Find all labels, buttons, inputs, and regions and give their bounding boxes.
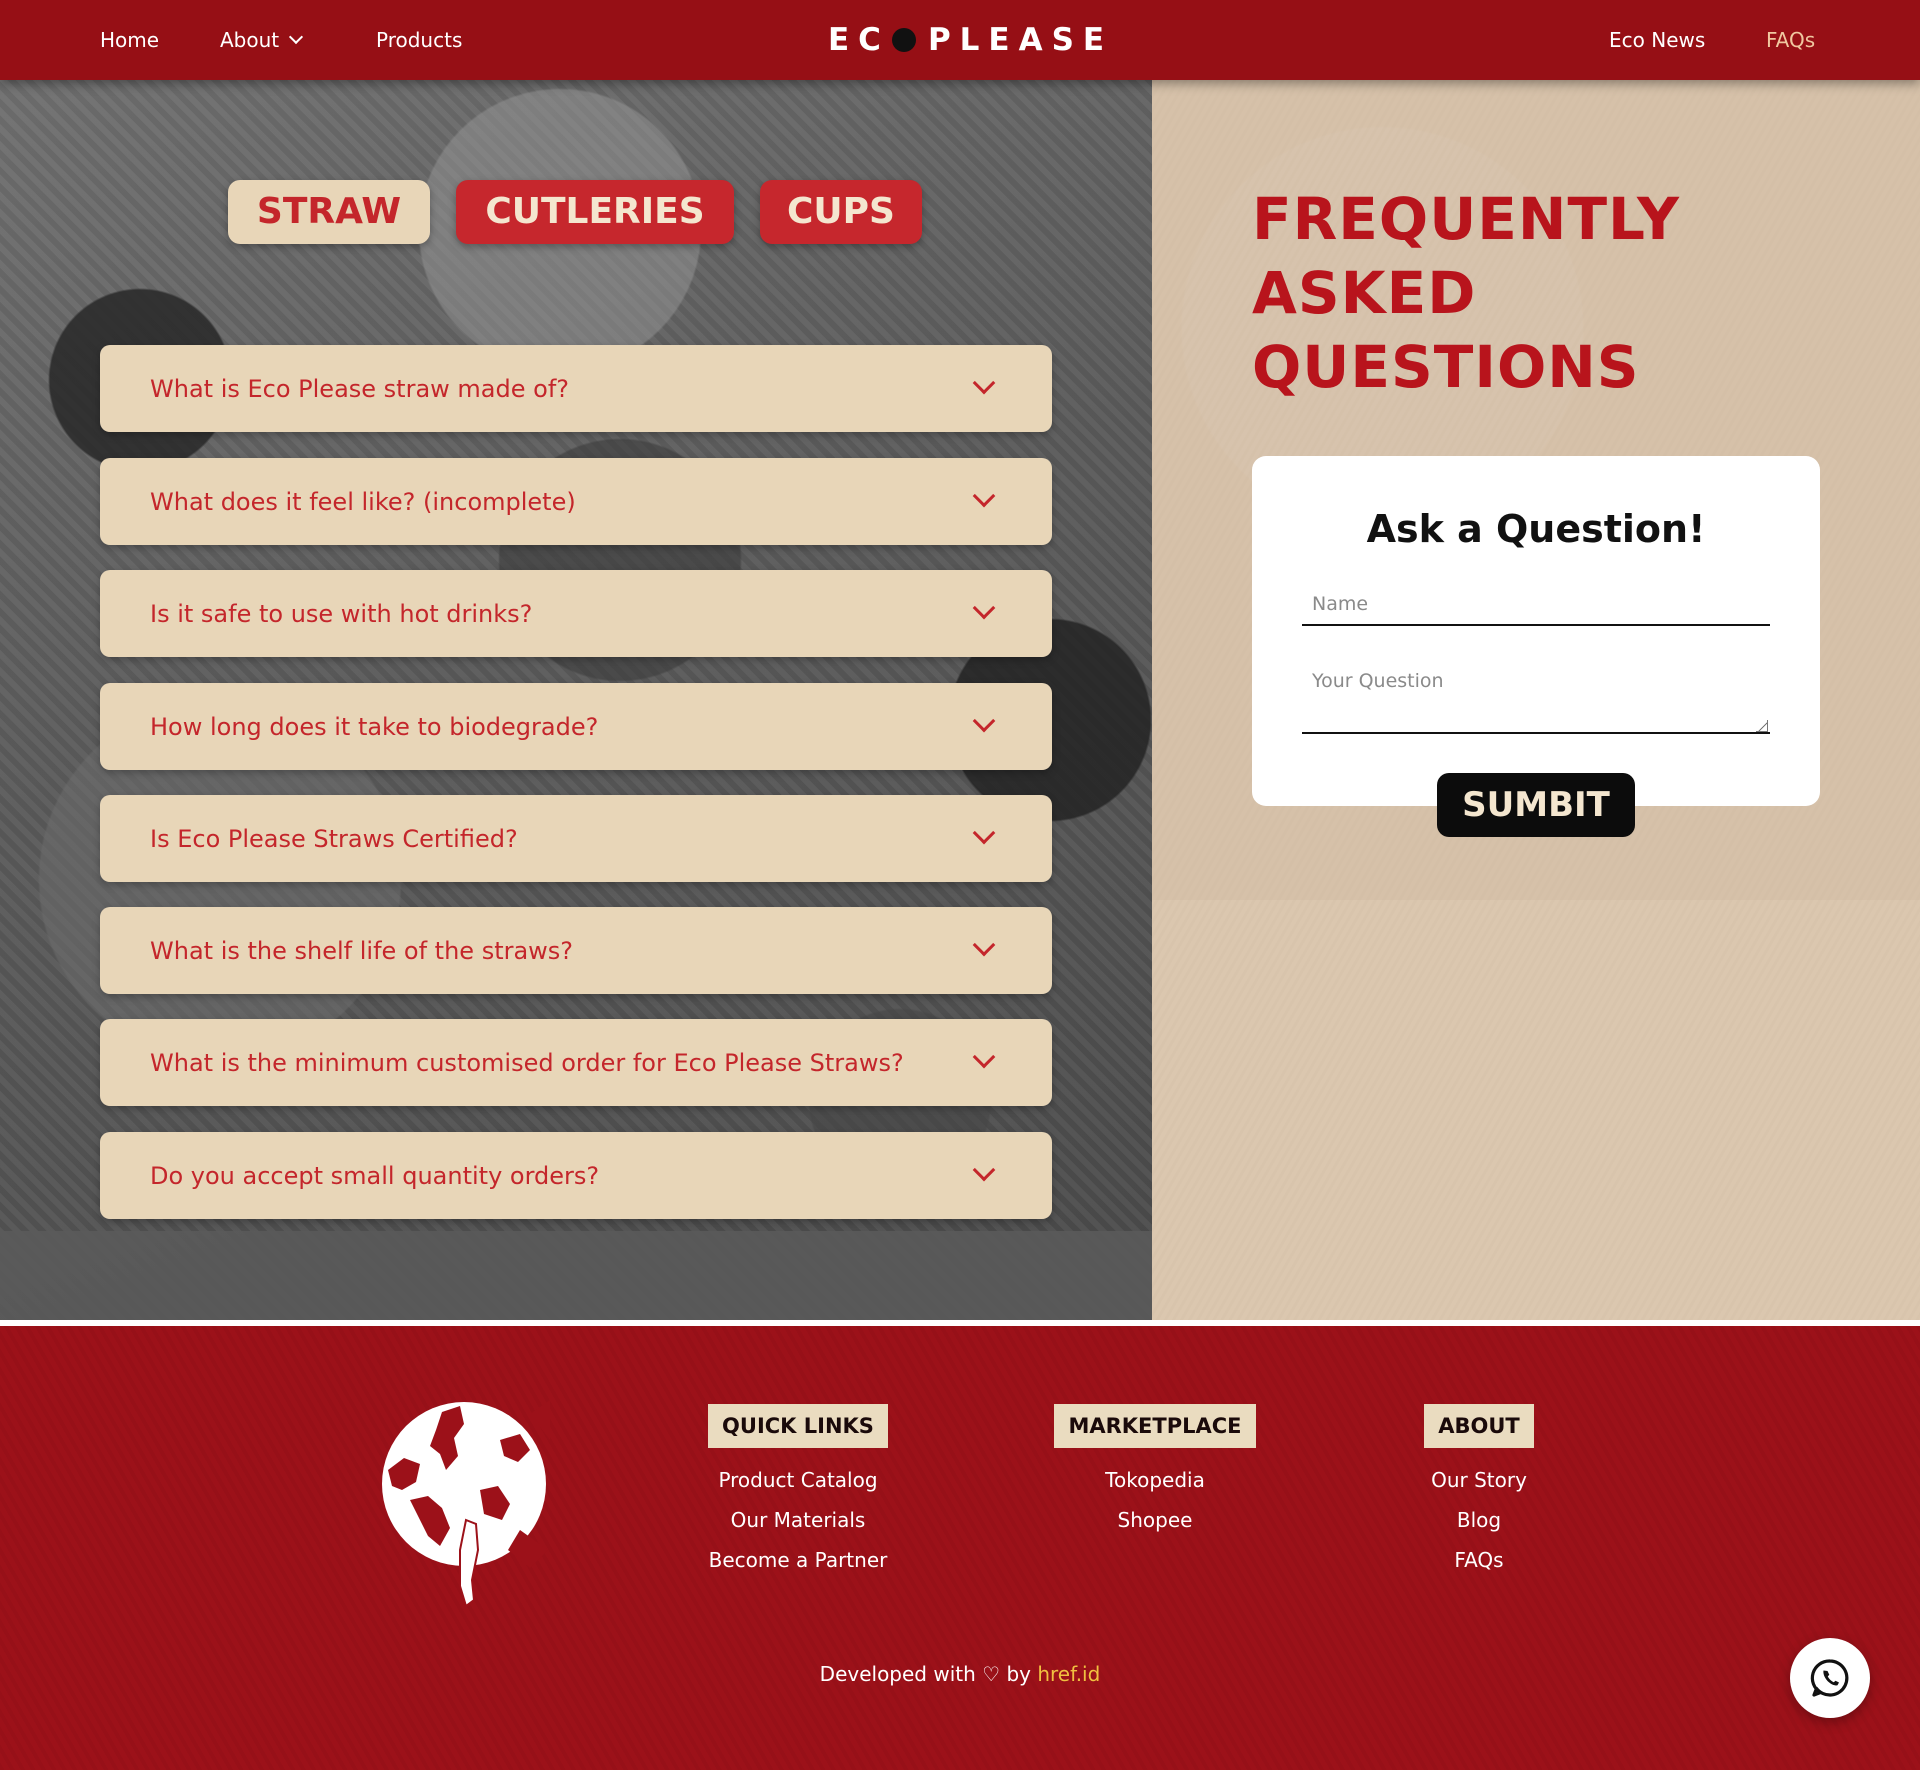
page-title-line: QUESTIONS (1252, 333, 1640, 401)
faq-question: Is it safe to use with hot drinks? (150, 600, 533, 628)
top-navbar: Home About Products EC PLEASE Eco News F… (0, 0, 1920, 80)
chevron-down-icon (972, 484, 996, 508)
name-input[interactable] (1302, 584, 1770, 626)
chevron-down-icon (972, 1045, 996, 1069)
chevron-down-icon (972, 709, 996, 733)
footer-link-blog[interactable]: Blog (1421, 1500, 1537, 1540)
faq-item[interactable]: What does it feel like? (incomplete) (100, 458, 1052, 545)
footer-heading: ABOUT (1424, 1404, 1534, 1448)
chevron-down-icon (972, 933, 996, 957)
faq-item[interactable]: What is Eco Please straw made of? (100, 345, 1052, 432)
whatsapp-icon (1810, 1659, 1849, 1697)
footer-heading: MARKETPLACE (1054, 1404, 1256, 1448)
nav-about-label: About (220, 28, 280, 52)
page-title-line: FREQUENTLY (1252, 185, 1680, 253)
nav-products-link[interactable]: Products (376, 26, 462, 54)
tab-cups[interactable]: CUPS (760, 180, 922, 244)
footer-link-shopee[interactable]: Shopee (1051, 1500, 1259, 1540)
site-footer (0, 1326, 1920, 1770)
ask-form-title: Ask a Question! (1366, 507, 1706, 551)
faq-question: What is Eco Please straw made of? (150, 375, 570, 403)
panel-bottom-strip (0, 1231, 1152, 1320)
tab-cutleries[interactable]: CUTLERIES (456, 180, 734, 244)
faq-question: How long does it take to biodegrade? (150, 713, 599, 741)
logo-text-left: EC (828, 22, 890, 58)
faq-question: Is Eco Please Straws Certified? (150, 825, 518, 853)
chevron-down-icon (289, 29, 304, 45)
nav-faqs-link[interactable]: FAQs (1766, 26, 1815, 54)
faq-item[interactable]: Do you accept small quantity orders? (100, 1132, 1052, 1219)
nav-home-link[interactable]: Home (100, 26, 159, 54)
submit-button[interactable]: SUMBIT (1437, 773, 1635, 837)
faq-question: What does it feel like? (incomplete) (150, 488, 576, 516)
nav-eco-news-link[interactable]: Eco News (1609, 26, 1705, 54)
resize-handle-icon[interactable] (1756, 720, 1768, 732)
footer-link-product-catalog[interactable]: Product Catalog (707, 1460, 889, 1500)
chevron-down-icon (972, 596, 996, 620)
footer-link-our-materials[interactable]: Our Materials (707, 1500, 889, 1540)
footer-about: ABOUT Our Story Blog FAQs (1421, 1404, 1537, 1580)
footer-marketplace: MARKETPLACE Tokopedia Shopee (1051, 1404, 1259, 1540)
faq-question: What is the minimum customised order for… (150, 1049, 904, 1077)
page-title: FREQUENTLY ASKED QUESTIONS (1252, 182, 1812, 404)
footer-link-faqs[interactable]: FAQs (1421, 1540, 1537, 1580)
footer-quick-links: QUICK LINKS Product Catalog Our Material… (707, 1404, 889, 1580)
faq-question: What is the shelf life of the straws? (150, 937, 574, 965)
chevron-down-icon (972, 821, 996, 845)
globe-logo-icon[interactable] (380, 1400, 550, 1610)
footer-heading: QUICK LINKS (708, 1404, 888, 1448)
nav-about-link[interactable]: About (220, 26, 304, 54)
faq-item[interactable]: How long does it take to biodegrade? (100, 683, 1052, 770)
tab-straw[interactable]: STRAW (228, 180, 430, 244)
faq-item[interactable]: Is Eco Please Straws Certified? (100, 795, 1052, 882)
footer-link-become-partner[interactable]: Become a Partner (707, 1540, 889, 1580)
ask-question-form: Ask a Question! (1252, 456, 1820, 806)
brand-logo[interactable]: EC PLEASE (828, 18, 1113, 62)
faq-item[interactable]: What is the minimum customised order for… (100, 1019, 1052, 1106)
faq-item[interactable]: What is the shelf life of the straws? (100, 907, 1052, 994)
credit-link[interactable]: href.id (1037, 1662, 1100, 1686)
faq-question: Do you accept small quantity orders? (150, 1162, 600, 1190)
question-textarea[interactable] (1302, 656, 1770, 734)
logo-dot-icon (891, 28, 916, 52)
page-title-line: ASKED (1252, 259, 1477, 327)
whatsapp-chat-button[interactable] (1790, 1638, 1870, 1718)
footer-link-tokopedia[interactable]: Tokopedia (1051, 1460, 1259, 1500)
logo-text-right: PLEASE (927, 22, 1114, 58)
faq-item[interactable]: Is it safe to use with hot drinks? (100, 570, 1052, 657)
footer-link-our-story[interactable]: Our Story (1421, 1460, 1537, 1500)
credit-text: Developed with ♡ by (819, 1662, 1031, 1686)
chevron-down-icon (972, 371, 996, 395)
chevron-down-icon (972, 1158, 996, 1182)
developer-credit: Developed with ♡ by href.id (0, 1660, 1920, 1688)
